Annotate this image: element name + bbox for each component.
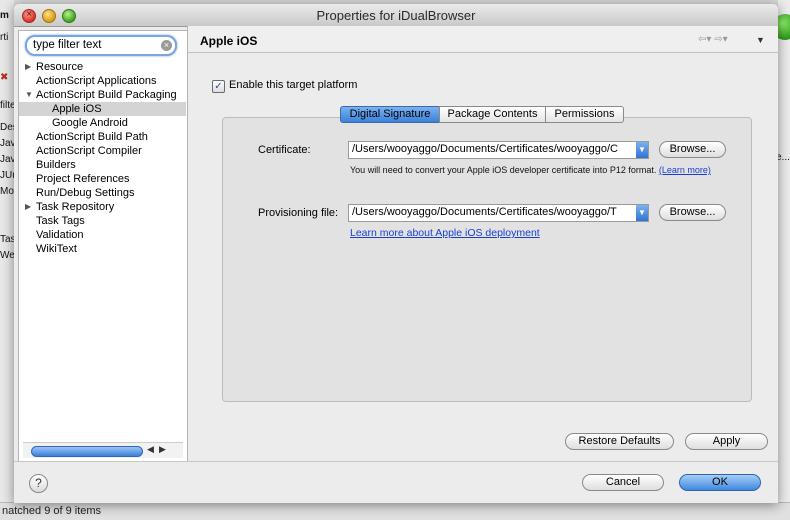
tree-item-label: ActionScript Build Path: [36, 131, 148, 143]
apply-button[interactable]: Apply: [685, 433, 768, 450]
property-page: Apple iOS ⇦▾ ⇨▾ ▼ ✓ Enable this target p…: [188, 26, 778, 461]
scrollbar-thumb[interactable]: [31, 446, 143, 457]
tree-item-google-android[interactable]: Google Android: [19, 116, 186, 130]
background-app-left-edge: m rti ✖ filte Des Java Java JUni Mo Tas …: [0, 0, 21, 519]
tree-item-run-debug-settings[interactable]: Run/Debug Settings: [19, 186, 186, 200]
preferences-tree: type filter text × ▶ Resource ActionScrip…: [18, 30, 189, 462]
tree-item-label: Resource: [36, 61, 84, 73]
tree-item-label: Apple iOS: [52, 103, 102, 115]
dropdown-arrow-icon[interactable]: ▼: [636, 142, 648, 158]
tree-item-resource[interactable]: ▶ Resource: [19, 60, 186, 74]
certificate-label: Certificate:: [258, 144, 311, 156]
tree-item-actionscript-applications[interactable]: ActionScript Applications: [19, 74, 186, 88]
enable-platform-checkbox[interactable]: ✓: [212, 80, 225, 93]
history-nav: ⇦▾ ⇨▾: [698, 34, 728, 45]
status-text: natched 9 of 9 items: [2, 505, 102, 517]
certificate-combo[interactable]: /Users/wooyaggo/Documents/Certificates/w…: [348, 141, 649, 159]
tree-item-task-tags[interactable]: Task Tags: [19, 214, 186, 228]
tree-item-actionscript-compiler[interactable]: ActionScript Compiler: [19, 144, 186, 158]
provisioning-browse-button[interactable]: Browse...: [659, 204, 726, 221]
tree-item-label: Google Android: [52, 117, 128, 129]
tree-item-wikitext[interactable]: WikiText: [19, 242, 186, 256]
tree-item-label: ActionScript Compiler: [36, 145, 142, 157]
tree-item-apple-ios[interactable]: Apple iOS: [19, 102, 186, 116]
scroll-right-icon[interactable]: ▶: [159, 444, 166, 455]
tree-item-label: Task Repository: [36, 201, 115, 213]
background-fragment: rti: [0, 32, 9, 43]
page-title: Apple iOS: [200, 34, 258, 48]
tree-item-label: Run/Debug Settings: [36, 187, 135, 199]
certificate-note: You will need to convert your Apple iOS …: [350, 165, 711, 175]
provisioning-value: /Users/wooyaggo/Documents/Certificates/w…: [352, 206, 617, 218]
tree-horizontal-scrollbar[interactable]: ◀ ▶: [23, 442, 183, 458]
background-status-bar: natched 9 of 9 items: [0, 502, 790, 520]
provisioning-label: Provisioning file:: [258, 207, 339, 219]
tab-permissions[interactable]: Permissions: [545, 106, 624, 123]
certificate-value: /Users/wooyaggo/Documents/Certificates/w…: [352, 143, 618, 155]
tree-item-actionscript-build-packaging[interactable]: ▼ ActionScript Build Packaging: [19, 88, 186, 102]
filter-input[interactable]: type filter text ×: [25, 35, 177, 56]
learn-more-link[interactable]: (Learn more): [659, 165, 711, 175]
filter-input-text: type filter text: [33, 39, 102, 51]
tree-item-label: Task Tags: [36, 215, 85, 227]
collapse-arrow-icon[interactable]: ▼: [25, 88, 33, 102]
certificate-browse-button[interactable]: Browse...: [659, 141, 726, 158]
provisioning-combo[interactable]: /Users/wooyaggo/Documents/Certificates/w…: [348, 204, 649, 222]
tree-item-label: Validation: [36, 229, 84, 241]
clear-filter-icon[interactable]: ×: [161, 40, 172, 51]
error-icon: ✖: [0, 72, 9, 83]
enable-platform-label: Enable this target platform: [229, 79, 358, 91]
help-icon[interactable]: ?: [29, 474, 48, 493]
tree-item-label: Builders: [36, 159, 76, 171]
tab-digital-signature[interactable]: Digital Signature: [340, 106, 440, 123]
window-title: Properties for iDualBrowser: [316, 8, 476, 23]
expand-arrow-icon[interactable]: ▶: [25, 60, 31, 74]
tree-item-label: ActionScript Applications: [36, 75, 157, 87]
background-fragment: Mo: [0, 186, 14, 197]
tree-item-builders[interactable]: Builders: [19, 158, 186, 172]
back-icon[interactable]: ⇦▾: [698, 34, 711, 45]
background-fragment: m: [0, 10, 9, 21]
tab-package-contents[interactable]: Package Contents: [439, 106, 546, 123]
forward-icon[interactable]: ⇨▾: [714, 34, 727, 45]
scroll-left-icon[interactable]: ◀: [147, 444, 154, 455]
ok-button[interactable]: OK: [679, 474, 761, 491]
tree-item-label: WikiText: [36, 243, 77, 255]
ios-deployment-link[interactable]: Learn more about Apple iOS deployment: [350, 227, 540, 239]
tab-content-panel: [222, 117, 752, 402]
expand-arrow-icon[interactable]: ▶: [25, 200, 31, 214]
view-menu-icon[interactable]: ▼: [756, 35, 765, 45]
tree-item-validation[interactable]: Validation: [19, 228, 186, 242]
page-header: Apple iOS ⇦▾ ⇨▾ ▼: [188, 26, 778, 53]
tree-item-task-repository[interactable]: ▶ Task Repository: [19, 200, 186, 214]
properties-window: × Properties for iDualBrowser type filte…: [14, 4, 778, 503]
cancel-button[interactable]: Cancel: [582, 474, 664, 491]
tree-item-actionscript-build-path[interactable]: ActionScript Build Path: [19, 130, 186, 144]
dropdown-arrow-icon[interactable]: ▼: [636, 205, 648, 221]
tree-item-project-references[interactable]: Project References: [19, 172, 186, 186]
restore-defaults-button[interactable]: Restore Defaults: [565, 433, 674, 450]
title-bar: × Properties for iDualBrowser: [14, 4, 778, 27]
certificate-note-text: You will need to convert your Apple iOS …: [350, 165, 657, 175]
background-fragment: e...: [776, 152, 790, 163]
button-bar-separator: [14, 461, 778, 462]
background-app-right-edge: e... rt: [772, 0, 790, 519]
tree-item-label: Project References: [36, 173, 130, 185]
tree-item-label: ActionScript Build Packaging: [36, 89, 177, 101]
